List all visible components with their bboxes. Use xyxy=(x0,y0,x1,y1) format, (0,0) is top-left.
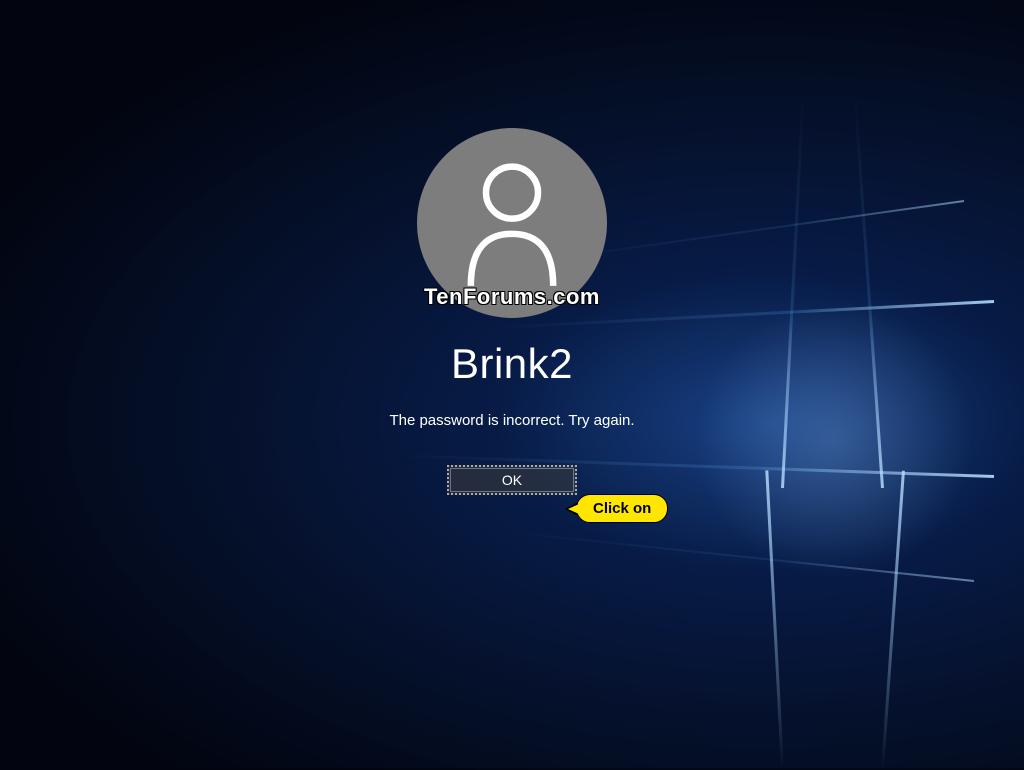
ok-button[interactable]: OK xyxy=(447,465,577,495)
login-screen: TenForums.com Brink2 The password is inc… xyxy=(0,0,1024,768)
tutorial-annotation: Click on xyxy=(576,494,668,523)
person-icon xyxy=(457,158,567,288)
username-label: Brink2 xyxy=(451,340,573,388)
callout-bubble: Click on xyxy=(576,494,668,523)
error-message: The password is incorrect. Try again. xyxy=(389,412,634,429)
watermark-label: TenForums.com xyxy=(424,284,600,310)
